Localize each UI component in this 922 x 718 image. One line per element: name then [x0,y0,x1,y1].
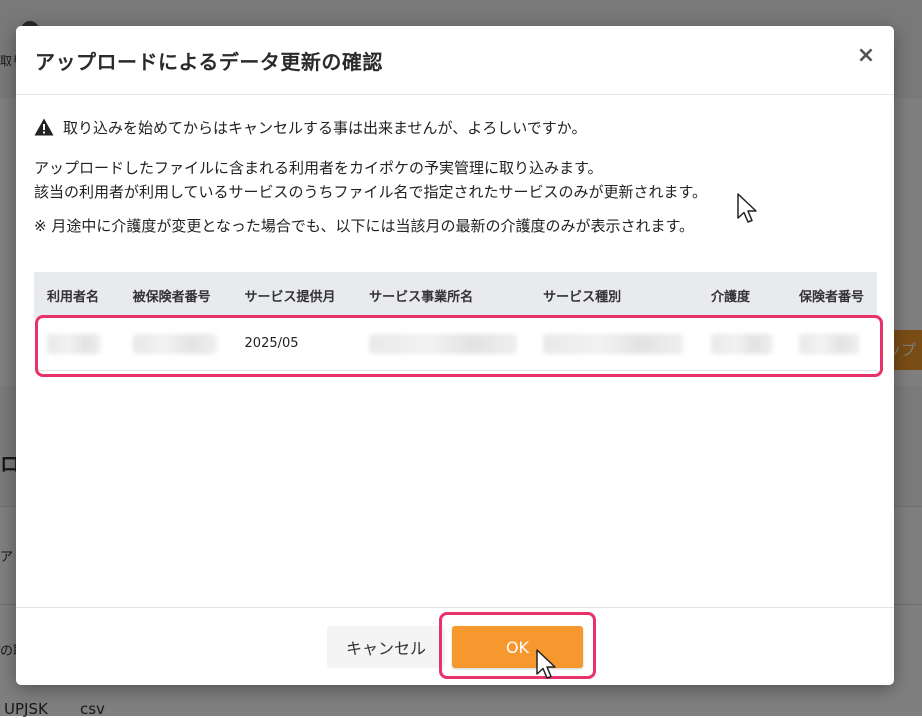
preview-table: 利用者名 被保険者番号 サービス提供月 サービス事業所名 サービス種別 介護度 … [34,272,877,371]
column-header-service-type: サービス種別 [530,272,698,318]
column-header-office-name: サービス事業所名 [356,272,531,318]
cell-service-type [530,318,698,371]
warning-message: 取り込みを始めてからはキャンセルする事は出来ませんが、よろしいですか。 [34,116,877,138]
column-header-care-level: 介護度 [697,272,786,318]
note-paragraph: ※ 月途中に介護度が変更となった場合でも、以下には当該月の最新の介護度のみが表示… [34,217,694,235]
cell-service-month: 2025/05 [231,318,357,371]
cell-insured-number [119,318,232,371]
redacted-value [369,333,518,354]
ok-button[interactable]: OK [452,626,583,668]
cell-user-name [34,318,120,371]
cell-care-level [697,318,786,371]
redacted-value [798,333,859,354]
column-header-insured-number: 被保険者番号 [119,272,232,318]
column-header-user-name: 利用者名 [34,272,120,318]
dialog-header: アップロードによるデータ更新の確認 × [16,26,894,95]
dialog-title: アップロードによるデータ更新の確認 [35,50,383,74]
cancel-button[interactable]: キャンセル [327,626,445,668]
dialog-footer: キャンセル OK [16,607,894,685]
close-icon[interactable]: × [854,44,878,68]
description-line: 該当の利用者が利用しているサービスのうちファイル名で指定されたサービスのみが更新… [34,183,708,201]
dialog-body: 取り込みを始めてからはキャンセルする事は出来ませんが、よろしいですか。 アップロ… [34,116,877,371]
column-header-service-month: サービス提供月 [231,272,357,318]
cell-office-name [356,318,531,371]
description-line: アップロードしたファイルに含まれる利用者をカイポケの予実管理に取り込みます。 [34,159,603,177]
table-row: 2025/05 [34,318,877,371]
redacted-value [543,333,684,354]
redacted-value [132,333,217,354]
redacted-value [47,333,101,354]
table-header-row: 利用者名 被保険者番号 サービス提供月 サービス事業所名 サービス種別 介護度 … [34,272,877,318]
cell-insurer-number [785,318,877,371]
column-header-insurer-number: 保険者番号 [785,272,877,318]
description-paragraph: アップロードしたファイルに含まれる利用者をカイポケの予実管理に取り込みます。 該… [34,156,877,204]
warning-text: 取り込みを始めてからはキャンセルする事は出来ませんが、よろしいですか。 [63,118,587,137]
warning-icon [34,118,54,136]
confirm-dialog: アップロードによるデータ更新の確認 × 取り込みを始めてからはキャンセルする事は… [16,26,894,685]
redacted-value [710,333,773,354]
